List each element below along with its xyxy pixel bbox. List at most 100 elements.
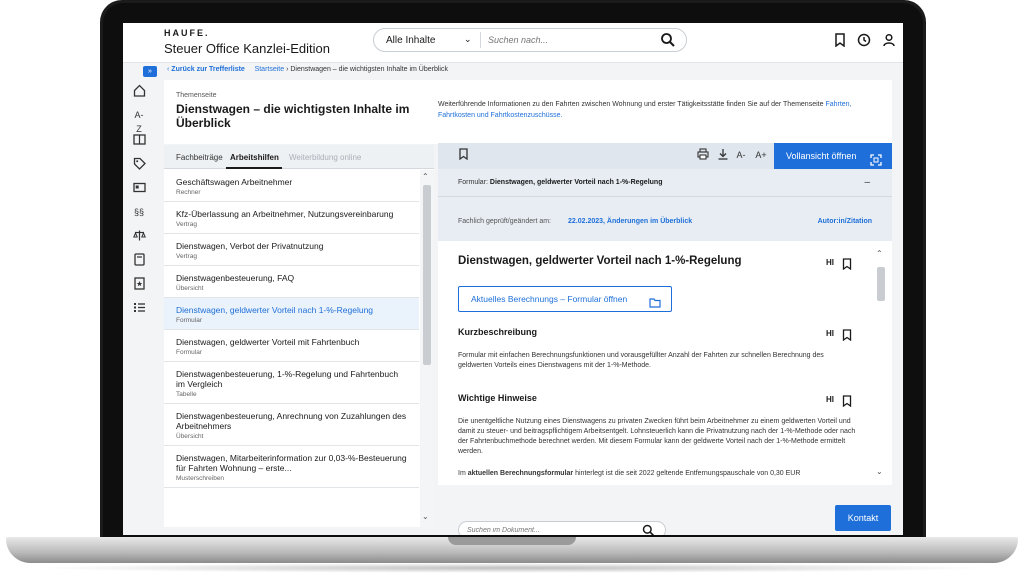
- bookmark-icon[interactable]: [456, 148, 470, 162]
- scales-icon[interactable]: [132, 229, 146, 243]
- hi-label[interactable]: HI: [826, 329, 834, 338]
- list-item-title: Kfz-Überlassung an Arbeitnehmer, Nutzung…: [176, 209, 394, 219]
- results-scrollbar[interactable]: ⌃ ⌄: [420, 170, 434, 527]
- results-panel: Fachbeiträge Arbeitshilfen Weiterbildung…: [164, 145, 434, 527]
- author-citation-link[interactable]: Autor:in/Zitation: [818, 218, 872, 225]
- list-item-title: Dienstwagenbesteuerung, 1-%-Regelung und…: [176, 369, 399, 389]
- list-item[interactable]: Dienstwagen, Verbot der Privatnutzung Ver…: [164, 234, 419, 266]
- hi-label[interactable]: HI: [826, 395, 834, 404]
- font-smaller-button[interactable]: A-: [734, 148, 748, 162]
- open-calculator-button[interactable]: Aktuelles Berechnungs – Formular öffnen: [458, 286, 672, 312]
- list-item-title: Dienstwagen, geldwerter Vorteil mit Fahr…: [176, 337, 360, 347]
- calculator-button-label: Aktuelles Berechnungs – Formular öffnen: [471, 294, 628, 304]
- page-title: Dienstwagen – die wichtigsten Inhalte im…: [176, 102, 410, 130]
- topic-description-text: Weiterführende Informationen zu den Fahr…: [438, 101, 824, 108]
- history-clock-icon[interactable]: [857, 33, 873, 49]
- laptop-frame: HAUFE. Steuer Office Kanzlei-Edition All…: [0, 0, 1024, 586]
- search-input[interactable]: [488, 32, 648, 48]
- review-date-label: Fachlich geprüft/geändert am:: [458, 218, 551, 225]
- topic-header: Themenseite Dienstwagen – die wichtigste…: [164, 80, 892, 144]
- back-to-results-link[interactable]: Zurück zur Trefferliste: [171, 66, 245, 73]
- chevron-up-icon[interactable]: ⌃: [422, 172, 429, 181]
- az-index-icon[interactable]: A-Z: [132, 108, 146, 134]
- form-prefix: Formular:: [458, 179, 488, 186]
- list-item-type: Übersicht: [176, 285, 204, 292]
- section-heading: Wichtige Hinweise: [458, 393, 537, 403]
- document-meta: Fachlich geprüft/geändert am: 22.02.2023…: [438, 197, 892, 241]
- product-title: Steuer Office Kanzlei-Edition: [164, 41, 330, 56]
- bookmark-icon[interactable]: [833, 33, 849, 49]
- contact-button[interactable]: Kontakt: [835, 505, 891, 531]
- tab-fachbeitraege[interactable]: Fachbeiträge: [176, 153, 223, 162]
- tab-weiterbildung[interactable]: Weiterbildung online: [289, 153, 361, 162]
- list-item[interactable]: Dienstwagen, geldwerter Vorteil mit Fahr…: [164, 330, 419, 362]
- brand-logo[interactable]: HAUFE.: [164, 28, 210, 38]
- list-item-type: Vertrag: [176, 221, 197, 228]
- laptop-shadow: [30, 563, 994, 573]
- form-title: Dienstwagen, geldwerter Vorteil nach 1-%…: [489, 179, 663, 186]
- laptop-notch: [448, 537, 576, 545]
- book-icon[interactable]: [132, 133, 146, 147]
- calculator-icon[interactable]: [132, 253, 146, 267]
- list-item[interactable]: Dienstwagen, Mitarbeiterinformation zur …: [164, 446, 419, 488]
- download-icon[interactable]: [716, 148, 730, 162]
- results-list: Geschäftswagen Arbeitnehmer Rechner Kfz-Ü…: [164, 170, 419, 527]
- home-icon[interactable]: [132, 84, 146, 98]
- bookmark-icon[interactable]: [842, 257, 852, 271]
- hi-label[interactable]: HI: [826, 258, 834, 267]
- top-bar: HAUFE. Steuer Office Kanzlei-Edition All…: [123, 23, 903, 63]
- bookmark-icon[interactable]: [842, 328, 852, 342]
- fullview-button[interactable]: Vollansicht öffnen: [774, 143, 892, 169]
- review-date-link[interactable]: 22.02.2023, Änderungen im Überblick: [568, 218, 692, 225]
- scrollbar-thumb[interactable]: [423, 185, 431, 365]
- tab-arbeitshilfen[interactable]: Arbeitshilfen: [230, 153, 279, 162]
- results-tabs: Fachbeiträge Arbeitshilfen Weiterbildung…: [164, 145, 434, 169]
- list-item-title: Dienstwagen, Mitarbeiterinformation zur …: [176, 453, 407, 473]
- list-item-title: Dienstwagen, Verbot der Privatnutzung: [176, 241, 324, 251]
- paragraph-icon[interactable]: §§: [132, 205, 146, 219]
- list-item[interactable]: Geschäftswagen Arbeitnehmer Rechner: [164, 170, 419, 202]
- list-item[interactable]: Kfz-Überlassung an Arbeitnehmer, Nutzung…: [164, 202, 419, 234]
- search-icon[interactable]: [660, 32, 678, 50]
- list-item-title: Dienstwagenbesteuerung, Anrechnung von Z…: [176, 411, 407, 431]
- chevron-left-icon[interactable]: ‹: [167, 66, 169, 73]
- chevron-down-icon[interactable]: ⌄: [464, 34, 472, 45]
- collapse-button[interactable]: –: [864, 169, 870, 197]
- chevron-down-icon[interactable]: ⌄: [422, 512, 429, 521]
- left-nav: » A-Z §§: [123, 63, 157, 535]
- id-card-icon[interactable]: [132, 181, 146, 195]
- list-item-type: Vertrag: [176, 253, 197, 260]
- document-search-input[interactable]: [467, 524, 627, 535]
- search-divider: [480, 32, 481, 48]
- tag-icon[interactable]: [132, 157, 146, 171]
- document-scrollbar[interactable]: ⌃ ⌄: [874, 249, 888, 481]
- bookmark-icon[interactable]: [842, 394, 852, 408]
- list-item-title: Dienstwagenbesteuerung, FAQ: [176, 273, 295, 283]
- breadcrumb-home-link[interactable]: Startseite: [255, 66, 285, 73]
- star-document-icon[interactable]: [132, 277, 146, 291]
- list-item[interactable]: Dienstwagenbesteuerung, Anrechnung von Z…: [164, 404, 419, 446]
- chevron-up-icon[interactable]: ⌃: [876, 249, 883, 258]
- search-scope-select[interactable]: Alle Inhalte: [386, 35, 435, 46]
- search-icon[interactable]: [642, 524, 655, 535]
- expand-nav-button[interactable]: »: [143, 66, 157, 77]
- document-title: Dienstwagen, geldwerter Vorteil nach 1-%…: [458, 255, 742, 267]
- list-item[interactable]: Dienstwagenbesteuerung, FAQ Übersicht: [164, 266, 419, 298]
- section-text: Formular mit einfachen Berechnungsfunkti…: [458, 352, 824, 369]
- topic-description: Weiterführende Informationen zu den Fahr…: [438, 99, 878, 121]
- list-item-selected[interactable]: Dienstwagen, geldwerter Vorteil nach 1-%…: [164, 298, 419, 330]
- print-icon[interactable]: [696, 148, 710, 162]
- user-icon[interactable]: [882, 33, 898, 49]
- chevron-down-icon[interactable]: ⌄: [876, 467, 883, 476]
- section-text: Im aktuellen Berechnungsformular hinterl…: [458, 469, 858, 479]
- app-screen: HAUFE. Steuer Office Kanzlei-Edition All…: [123, 23, 903, 535]
- text-fragment-bold: aktuellen Berechnungsformular: [467, 470, 574, 477]
- list-item[interactable]: Dienstwagenbesteuerung, 1-%-Regelung und…: [164, 362, 419, 404]
- document-panel: A- A+ Vollansicht öffnen Formular: Diens…: [438, 143, 892, 535]
- form-title-bar[interactable]: Formular: Dienstwagen, geldwerter Vortei…: [438, 169, 892, 197]
- font-larger-button[interactable]: A+: [754, 148, 768, 162]
- active-tab-indicator: [226, 167, 282, 169]
- list-icon[interactable]: [132, 301, 146, 315]
- scrollbar-thumb[interactable]: [877, 267, 885, 301]
- expand-icon: [870, 150, 882, 166]
